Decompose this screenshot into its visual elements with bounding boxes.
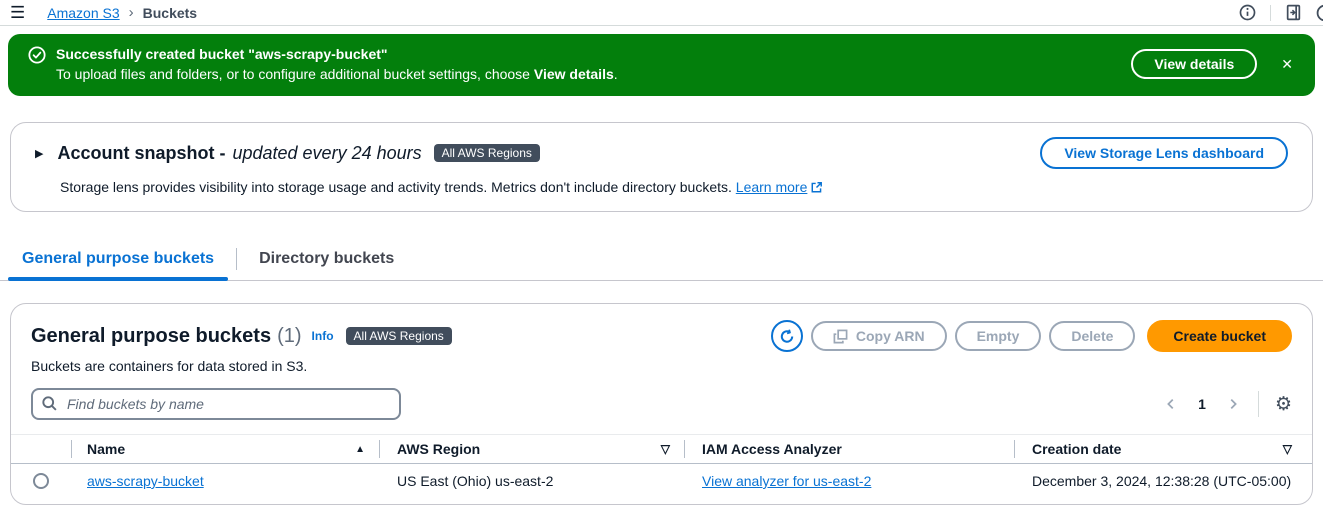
flashbar-body-text: To upload files and folders, or to confi… [56, 66, 534, 82]
expand-caret-icon[interactable]: ▶ [35, 147, 43, 160]
side-panel-toggle-icon[interactable] [1285, 4, 1302, 21]
column-divider [379, 440, 380, 458]
column-divider [684, 440, 685, 458]
bucket-creation-date: December 3, 2024, 12:38:28 (UTC-05:00) [1032, 473, 1292, 489]
buckets-table: Name ▲ AWS Region ▽ IAM Access Analyzer … [11, 434, 1312, 498]
tab-general-purpose-buckets[interactable]: General purpose buckets [8, 242, 229, 281]
view-storage-lens-dashboard-button[interactable]: View Storage Lens dashboard [1040, 137, 1288, 169]
tab-divider [236, 248, 238, 270]
panel-action-buttons: Copy ARN Empty Delete Create bucket [770, 320, 1292, 352]
header-creation-date[interactable]: Creation date ▽ [1014, 440, 1312, 458]
current-page-number[interactable]: 1 [1190, 396, 1214, 412]
flashbar-title: Successfully created bucket "aws-scrapy-… [56, 46, 388, 62]
view-details-button[interactable]: View details [1131, 49, 1258, 79]
flashbar-message: Successfully created bucket "aws-scrapy-… [56, 44, 618, 84]
topbar-icons [1239, 4, 1323, 22]
sort-ascending-icon[interactable]: ▲ [355, 444, 365, 455]
header-name-label: Name [87, 441, 126, 457]
view-analyzer-link[interactable]: View analyzer for us-east-2 [702, 473, 871, 489]
header-date-label: Creation date [1032, 441, 1122, 457]
search-field [31, 388, 401, 420]
refresh-button[interactable] [770, 320, 803, 352]
breadcrumb-buckets: Buckets [142, 4, 198, 21]
header-name[interactable]: Name ▲ [71, 440, 379, 458]
search-input[interactable] [31, 388, 401, 420]
filter-icon[interactable]: ▽ [661, 442, 670, 456]
account-snapshot-card: ▶ Account snapshot - updated every 24 ho… [10, 122, 1313, 212]
table-toolbar: 1 ⚙ [11, 374, 1312, 420]
breadcrumb-amazon-s3[interactable]: Amazon S3 [47, 5, 119, 21]
info-link[interactable]: Info [312, 329, 334, 343]
panel-description: Buckets are containers for data stored i… [31, 358, 308, 374]
breadcrumb-separator-icon: › [128, 4, 134, 21]
flashbar-body-suffix: . [613, 66, 618, 82]
clock-icon[interactable] [1316, 4, 1323, 22]
hamburger-menu-icon[interactable]: ☰ [10, 4, 25, 21]
header-iam-access-analyzer[interactable]: IAM Access Analyzer [684, 440, 1014, 458]
search-icon [41, 395, 58, 412]
tab-directory-buckets[interactable]: Directory buckets [245, 242, 408, 280]
tab-general-label: General purpose buckets [22, 250, 215, 267]
flashbar-body: To upload files and folders, or to confi… [56, 64, 618, 84]
bucket-region: US East (Ohio) us-east-2 [397, 473, 554, 489]
copy-arn-button[interactable]: Copy ARN [810, 321, 947, 351]
toolbar-divider [1257, 391, 1259, 417]
learn-more-link[interactable]: Learn more [736, 179, 808, 195]
flashbar-body-bold: View details [533, 66, 614, 82]
previous-page-icon[interactable] [1162, 395, 1180, 413]
info-icon[interactable] [1239, 4, 1256, 21]
storage-lens-description: Storage lens provides visibility into st… [60, 179, 732, 195]
header-iam-label: IAM Access Analyzer [702, 441, 842, 457]
success-check-icon [28, 46, 46, 64]
external-link-icon [810, 181, 823, 194]
active-tab-underline [8, 277, 229, 281]
delete-button[interactable]: Delete [1049, 321, 1136, 351]
general-purpose-buckets-panel: General purpose buckets (1) Info All AWS… [10, 303, 1313, 505]
column-divider [71, 440, 72, 458]
column-divider [1014, 440, 1015, 458]
bucket-type-tabs: General purpose buckets Directory bucket… [0, 242, 1323, 281]
all-aws-regions-badge: All AWS Regions [433, 144, 540, 162]
tab-directory-label: Directory buckets [259, 250, 395, 267]
gear-icon[interactable]: ⚙ [1275, 394, 1292, 414]
header-region-label: AWS Region [397, 441, 481, 457]
account-snapshot-subtitle: updated every 24 hours [232, 142, 422, 163]
next-page-icon[interactable] [1224, 395, 1242, 413]
filter-icon[interactable]: ▽ [1283, 442, 1292, 456]
empty-button[interactable]: Empty [954, 321, 1042, 351]
header-aws-region[interactable]: AWS Region ▽ [379, 440, 684, 458]
copy-arn-label: Copy ARN [855, 328, 925, 344]
account-snapshot-title: Account snapshot - [57, 142, 226, 163]
table-header-row: Name ▲ AWS Region ▽ IAM Access Analyzer … [11, 434, 1312, 464]
pagination-controls: 1 ⚙ [1162, 391, 1292, 417]
panel-title: General purpose buckets [31, 324, 272, 347]
close-icon[interactable]: ✕ [1281, 56, 1293, 73]
topbar-divider [1270, 4, 1271, 21]
bucket-name-link[interactable]: aws-scrapy-bucket [87, 473, 204, 489]
create-bucket-button[interactable]: Create bucket [1147, 320, 1292, 352]
success-flashbar: Successfully created bucket "aws-scrapy-… [8, 34, 1315, 96]
copy-icon [833, 329, 848, 344]
top-navigation-bar: ☰ Amazon S3 › Buckets [0, 0, 1323, 26]
row-radio-button[interactable] [33, 473, 49, 489]
bucket-count: (1) [277, 324, 302, 347]
all-aws-regions-badge: All AWS Regions [345, 327, 452, 345]
account-snapshot-description: Storage lens provides visibility into st… [60, 179, 1288, 195]
